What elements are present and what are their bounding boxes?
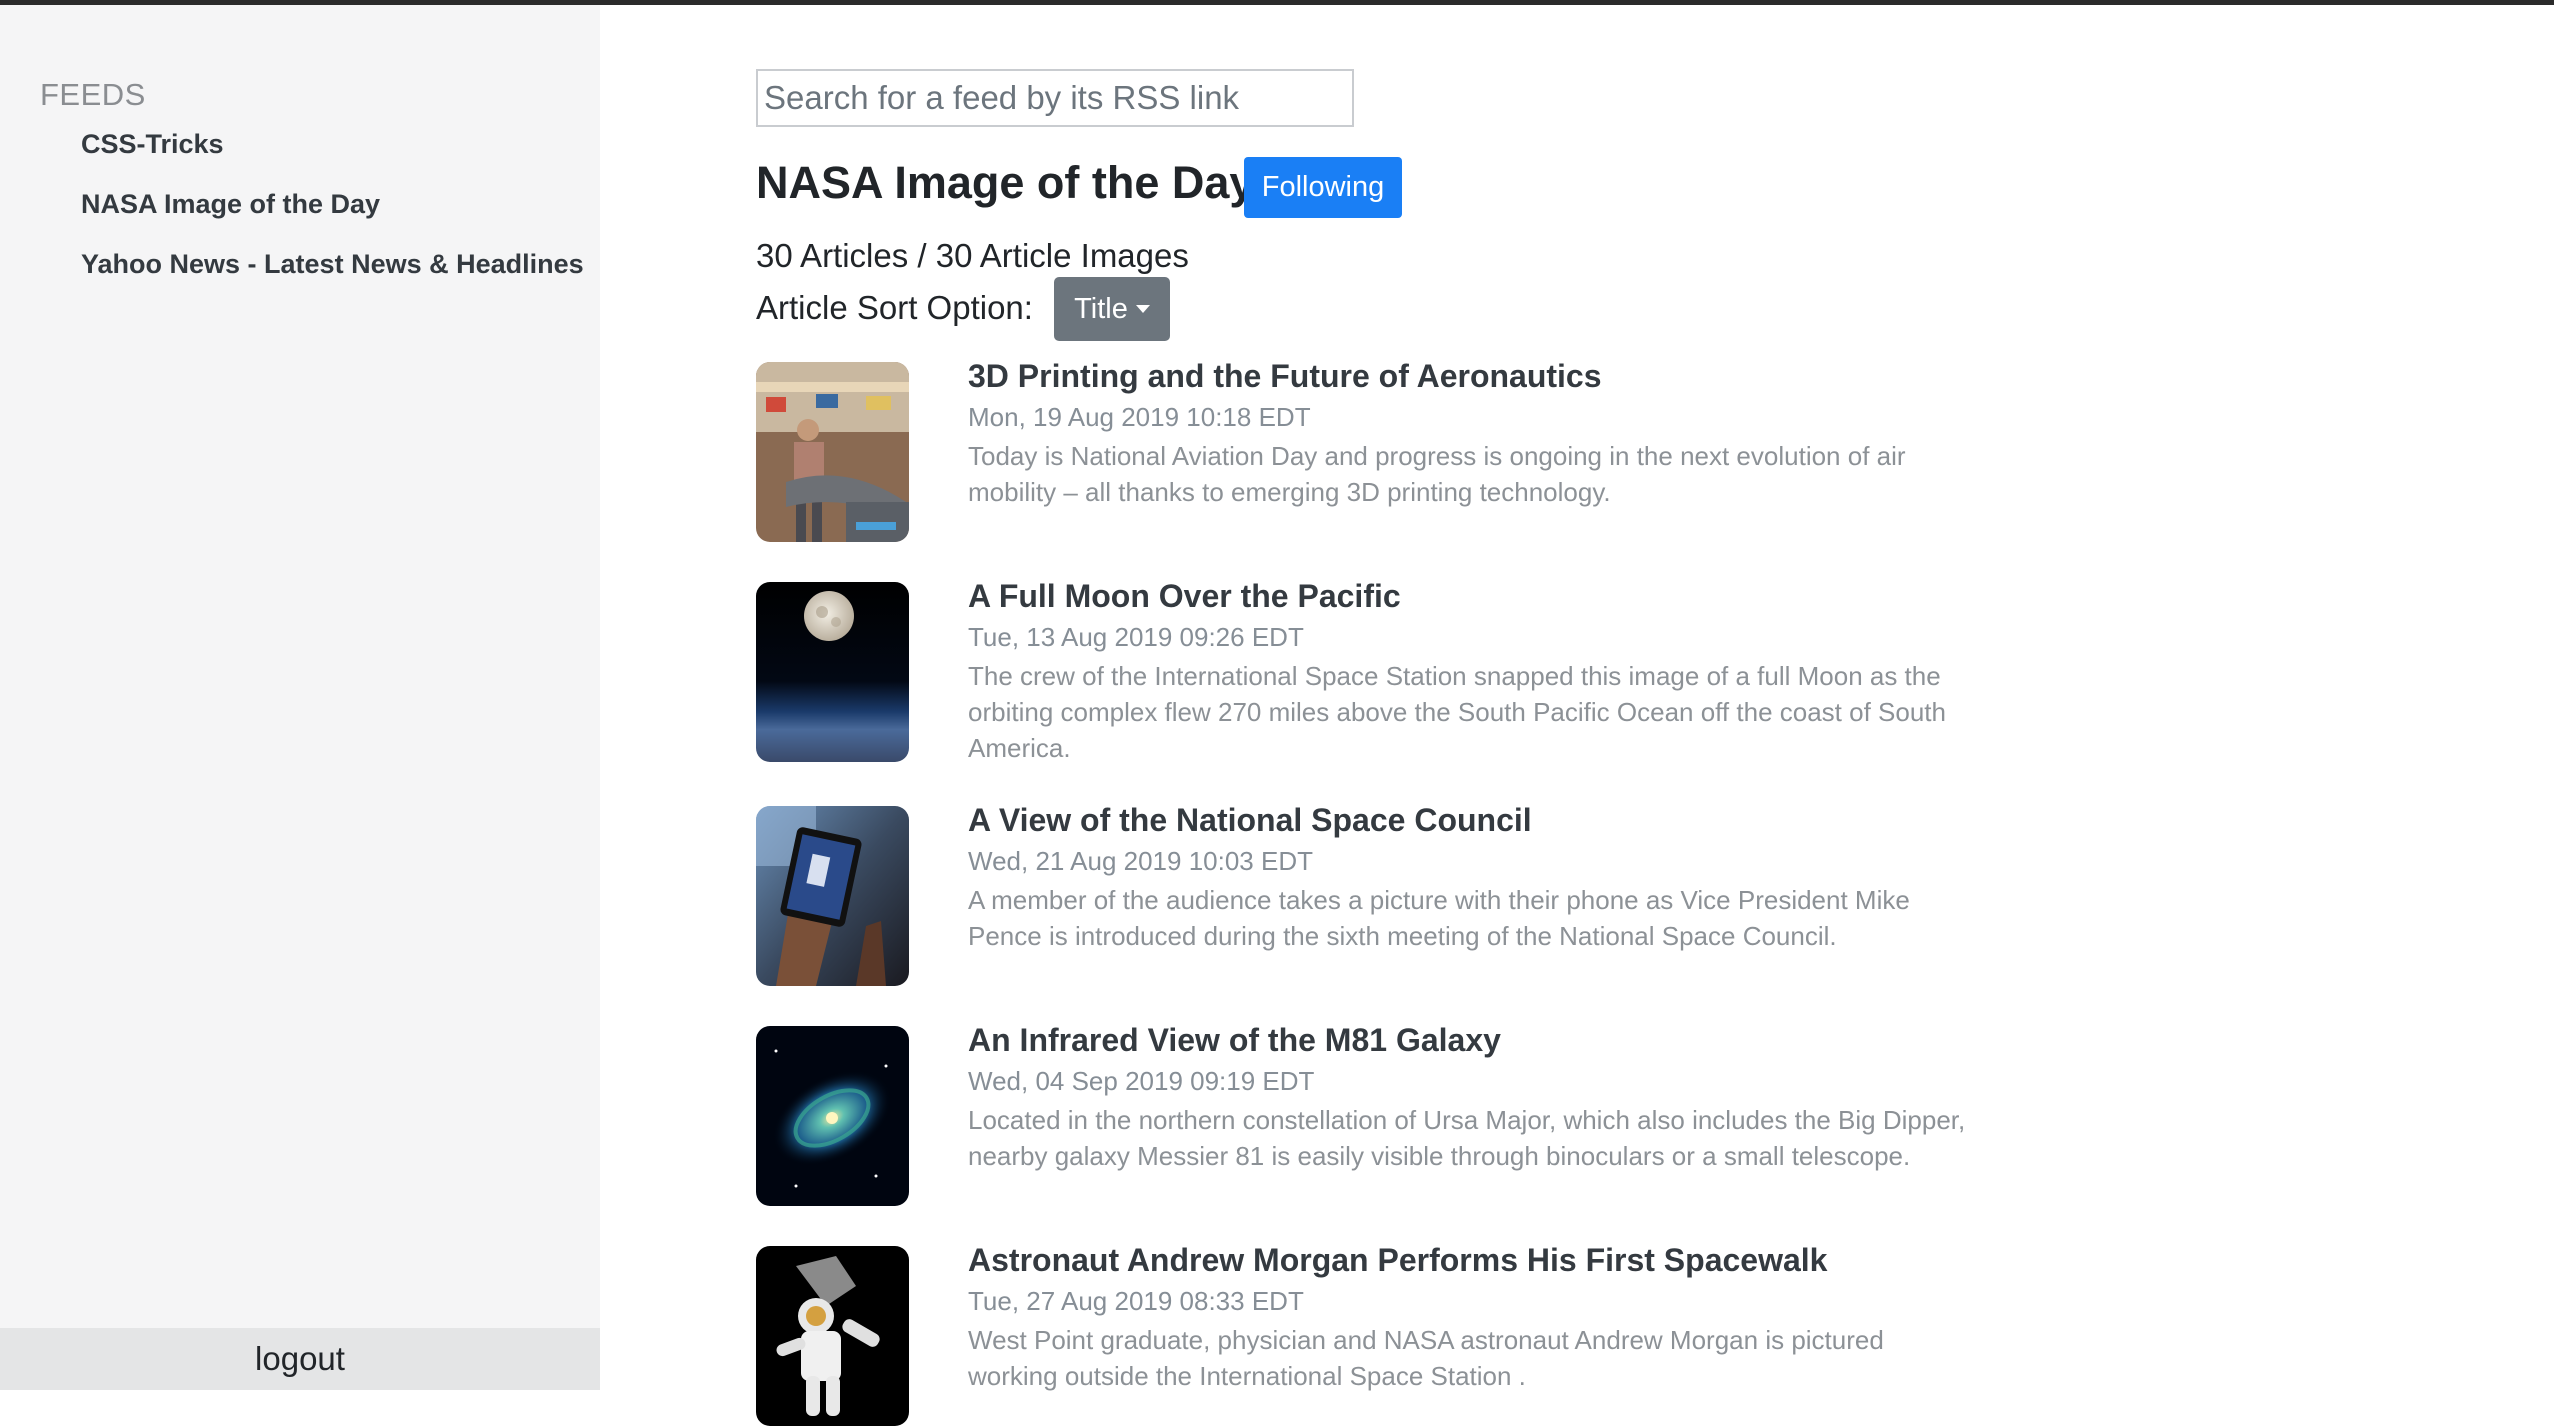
article-description: The crew of the International Space Stat… [968, 661, 1946, 763]
sort-dropdown-button[interactable]: Title [1054, 277, 1170, 341]
galaxy-photo-icon [756, 1026, 909, 1206]
3d-printing-photo-icon [756, 362, 909, 542]
article-thumbnail[interactable] [756, 362, 909, 542]
article-description: Today is National Aviation Day and progr… [968, 441, 1906, 507]
article-thumbnail[interactable] [756, 1246, 909, 1426]
article-title[interactable]: A View of the National Space Council [968, 802, 1532, 839]
article-thumbnail[interactable] [756, 1026, 909, 1206]
search-input[interactable] [756, 69, 1354, 127]
article-date: Mon, 19 Aug 2019 10:18 EDT [968, 402, 1311, 432]
article-counts: 30 Articles / 30 Article Images [756, 237, 1189, 274]
article-description: West Point graduate, physician and NASA … [968, 1325, 1884, 1391]
feeds-heading: FEEDS [40, 77, 146, 112]
sort-value: Title [1074, 292, 1128, 325]
article-thumbnail[interactable] [756, 806, 909, 986]
article-date: Tue, 27 Aug 2019 08:33 EDT [968, 1286, 1304, 1316]
article-description: A member of the audience takes a picture… [968, 885, 1910, 951]
sidebar-item-yahoo-news[interactable]: Yahoo News - Latest News & Headlines [81, 249, 584, 280]
sidebar-item-css-tricks[interactable]: CSS-Tricks [81, 129, 224, 160]
main-content: NASA Image of the Day Following 30 Artic… [600, 5, 2554, 1426]
article-date: Tue, 13 Aug 2019 09:26 EDT [968, 622, 1304, 652]
logout-button[interactable]: logout [0, 1328, 600, 1390]
article-title[interactable]: An Infrared View of the M81 Galaxy [968, 1022, 1501, 1059]
caret-down-icon [1135, 305, 1150, 313]
article-thumbnail[interactable] [756, 582, 909, 762]
sidebar: FEEDS CSS-Tricks NASA Image of the Day Y… [0, 5, 600, 1390]
article-description: Located in the northern constellation of… [968, 1105, 1966, 1171]
sort-label: Article Sort Option: [756, 289, 1033, 326]
full-moon-photo-icon [756, 582, 909, 762]
logout-label: logout [255, 1340, 345, 1377]
article-title[interactable]: Astronaut Andrew Morgan Performs His Fir… [968, 1242, 1827, 1279]
phone-photo-icon [756, 806, 909, 986]
spacewalk-photo-icon [756, 1246, 909, 1426]
following-label: Following [1261, 171, 1385, 203]
following-button[interactable]: Following [1244, 157, 1402, 218]
page-title: NASA Image of the Day [756, 157, 1255, 208]
article-date: Wed, 04 Sep 2019 09:19 EDT [968, 1066, 1315, 1096]
article-title[interactable]: A Full Moon Over the Pacific [968, 578, 1401, 615]
sidebar-item-nasa-image-of-the-day[interactable]: NASA Image of the Day [81, 189, 380, 220]
article-title[interactable]: 3D Printing and the Future of Aeronautic… [968, 358, 1602, 395]
article-date: Wed, 21 Aug 2019 10:03 EDT [968, 846, 1313, 876]
